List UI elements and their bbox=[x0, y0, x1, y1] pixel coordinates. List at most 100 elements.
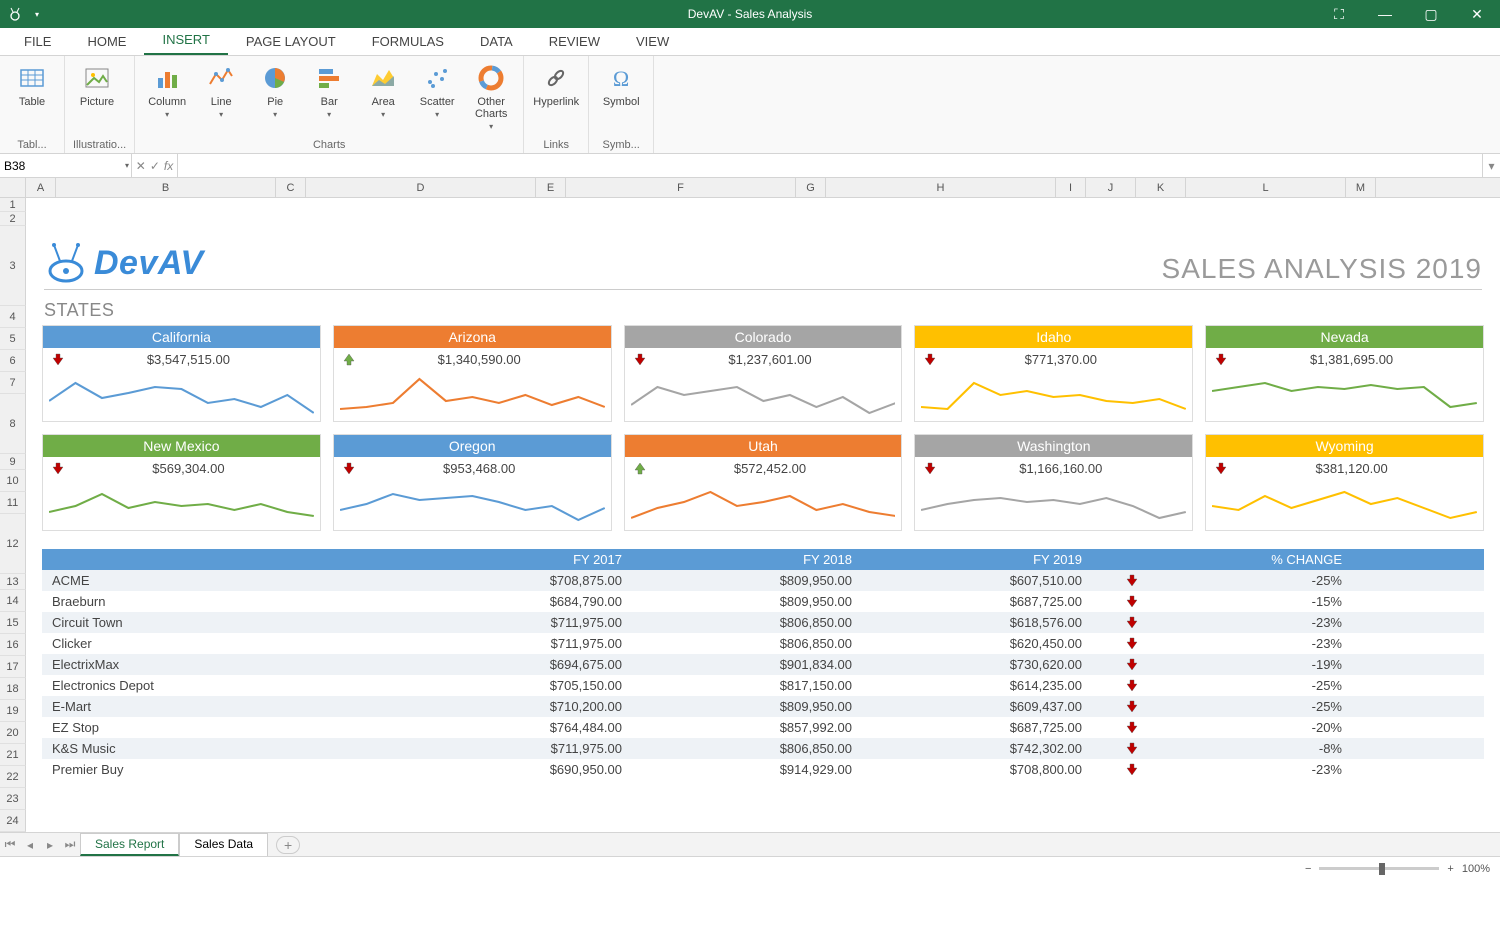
ribbon-tab-file[interactable]: FILE bbox=[6, 28, 69, 55]
row-header[interactable]: 11 bbox=[0, 492, 26, 514]
new-sheet-button[interactable]: + bbox=[276, 836, 300, 854]
column-header[interactable]: E bbox=[536, 178, 566, 197]
ribbon-tab-review[interactable]: REVIEW bbox=[531, 28, 618, 55]
table-row: ACME$708,875.00$809,950.00$607,510.00-25… bbox=[42, 570, 1484, 591]
ribbon-bar-button[interactable]: Bar▾ bbox=[305, 60, 353, 121]
ribbon-tab-home[interactable]: HOME bbox=[69, 28, 144, 55]
row-header[interactable]: 19 bbox=[0, 700, 26, 722]
column-header[interactable]: D bbox=[306, 178, 536, 197]
app-icon bbox=[6, 5, 24, 23]
trend-down-icon bbox=[1214, 462, 1228, 476]
row-header[interactable]: 6 bbox=[0, 350, 26, 372]
column-header[interactable]: G bbox=[796, 178, 826, 197]
cell-fy2018: $914,929.00 bbox=[632, 761, 862, 778]
row-header[interactable]: 16 bbox=[0, 634, 26, 656]
column-header[interactable]: C bbox=[276, 178, 306, 197]
tab-nav-next-icon[interactable]: ▸ bbox=[40, 838, 60, 852]
devav-logo: DevAV bbox=[44, 241, 204, 285]
column-header[interactable]: H bbox=[826, 178, 1056, 197]
row-header[interactable]: 9 bbox=[0, 454, 26, 470]
table-row: EZ Stop$764,484.00$857,992.00$687,725.00… bbox=[42, 717, 1484, 738]
column-header[interactable]: A bbox=[26, 178, 56, 197]
row-header[interactable]: 10 bbox=[0, 470, 26, 492]
cell-fy2019: $620,450.00 bbox=[862, 635, 1092, 652]
column-header[interactable]: J bbox=[1086, 178, 1136, 197]
column-header[interactable]: K bbox=[1136, 178, 1186, 197]
ribbon-pie-button[interactable]: Pie▾ bbox=[251, 60, 299, 121]
ribbon-area-button[interactable]: Area▾ bbox=[359, 60, 407, 121]
row-header[interactable]: 13 bbox=[0, 574, 26, 590]
row-header[interactable]: 20 bbox=[0, 722, 26, 744]
column-header[interactable]: M bbox=[1346, 178, 1376, 197]
name-box[interactable]: B38 ▾ bbox=[0, 154, 132, 177]
ribbon-tab-page-layout[interactable]: PAGE LAYOUT bbox=[228, 28, 354, 55]
row-header[interactable]: 3 bbox=[0, 226, 26, 306]
cell-name: Circuit Town bbox=[42, 614, 402, 631]
row-header[interactable]: 4 bbox=[0, 306, 26, 328]
column-header[interactable]: F bbox=[566, 178, 796, 197]
zoom-level[interactable]: 100% bbox=[1462, 863, 1490, 875]
state-name: Utah bbox=[625, 435, 902, 457]
state-card: Oregon$953,468.00 bbox=[333, 434, 612, 531]
tab-nav-prev-icon[interactable]: ◂ bbox=[20, 838, 40, 852]
state-value-row: $1,166,160.00 bbox=[915, 457, 1192, 480]
cell-fy2018: $901,834.00 bbox=[632, 656, 862, 673]
select-all-cell[interactable] bbox=[0, 178, 26, 197]
sheet-tab[interactable]: Sales Report bbox=[80, 833, 179, 856]
ribbon-tab-view[interactable]: VIEW bbox=[618, 28, 687, 55]
row-header[interactable]: 14 bbox=[0, 590, 26, 612]
row-header[interactable]: 23 bbox=[0, 788, 26, 810]
ribbon-column-button[interactable]: Column▾ bbox=[143, 60, 191, 121]
ribbon-display-options-icon[interactable]: ⛶ bbox=[1316, 0, 1362, 28]
row-header[interactable]: 17 bbox=[0, 656, 26, 678]
ribbon-table-button[interactable]: Table bbox=[8, 60, 56, 110]
row-header[interactable]: 5 bbox=[0, 328, 26, 350]
ribbon-tab-insert[interactable]: INSERT bbox=[144, 26, 227, 55]
ribbon-hyperlink-button[interactable]: Hyperlink bbox=[532, 60, 580, 110]
column-header[interactable]: I bbox=[1056, 178, 1086, 197]
qat-dropdown-icon[interactable]: ▾ bbox=[28, 5, 46, 23]
enter-formula-icon[interactable]: ✓ bbox=[150, 159, 160, 173]
maximize-button[interactable]: ▢ bbox=[1408, 0, 1454, 28]
ribbon-symbol-button[interactable]: ΩSymbol bbox=[597, 60, 645, 110]
row-header[interactable]: 18 bbox=[0, 678, 26, 700]
zoom-slider[interactable] bbox=[1319, 867, 1439, 870]
row-header[interactable]: 7 bbox=[0, 372, 26, 394]
sheet-tab[interactable]: Sales Data bbox=[179, 833, 268, 856]
state-name: New Mexico bbox=[43, 435, 320, 457]
state-sparkline bbox=[1206, 480, 1483, 530]
ribbon-picture-button[interactable]: Picture bbox=[73, 60, 121, 110]
name-box-dropdown-icon[interactable]: ▾ bbox=[125, 161, 129, 170]
row-header[interactable]: 24 bbox=[0, 810, 26, 832]
row-header[interactable]: 22 bbox=[0, 766, 26, 788]
formula-input[interactable] bbox=[178, 154, 1482, 177]
column-header[interactable]: B bbox=[56, 178, 276, 197]
ribbon-group: TableTabl... bbox=[0, 56, 65, 153]
minimize-button[interactable]: ― bbox=[1362, 0, 1408, 28]
spreadsheet-grid[interactable]: 123456789101112131415161718192021222324 … bbox=[0, 198, 1500, 832]
logo-text: DevAV bbox=[94, 244, 204, 283]
row-header[interactable]: 2 bbox=[0, 212, 26, 226]
fx-icon[interactable]: fx bbox=[164, 159, 173, 173]
tab-nav-first-icon[interactable]: ⏮ bbox=[0, 837, 20, 852]
ribbon-group: HyperlinkLinks bbox=[524, 56, 589, 153]
zoom-out-button[interactable]: − bbox=[1305, 863, 1311, 875]
state-card: Washington$1,166,160.00 bbox=[914, 434, 1193, 531]
zoom-in-button[interactable]: + bbox=[1447, 863, 1453, 875]
row-header[interactable]: 15 bbox=[0, 612, 26, 634]
ribbon-tab-formulas[interactable]: FORMULAS bbox=[354, 28, 462, 55]
row-header[interactable]: 1 bbox=[0, 198, 26, 212]
row-header[interactable]: 21 bbox=[0, 744, 26, 766]
close-button[interactable]: ✕ bbox=[1454, 0, 1500, 28]
ribbon-tab-data[interactable]: DATA bbox=[462, 28, 531, 55]
tab-nav-last-icon[interactable]: ⏭ bbox=[60, 837, 80, 852]
ribbon-other-charts-button[interactable]: OtherCharts▾ bbox=[467, 60, 515, 133]
cancel-formula-icon[interactable]: ✕ bbox=[136, 159, 146, 173]
ribbon-scatter-button[interactable]: Scatter▾ bbox=[413, 60, 461, 121]
state-amount: $1,381,695.00 bbox=[1228, 352, 1475, 367]
row-header[interactable]: 12 bbox=[0, 514, 26, 574]
ribbon-line-button[interactable]: Line▾ bbox=[197, 60, 245, 121]
formula-expand-icon[interactable]: ▾ bbox=[1482, 154, 1500, 177]
column-header[interactable]: L bbox=[1186, 178, 1346, 197]
row-header[interactable]: 8 bbox=[0, 394, 26, 454]
